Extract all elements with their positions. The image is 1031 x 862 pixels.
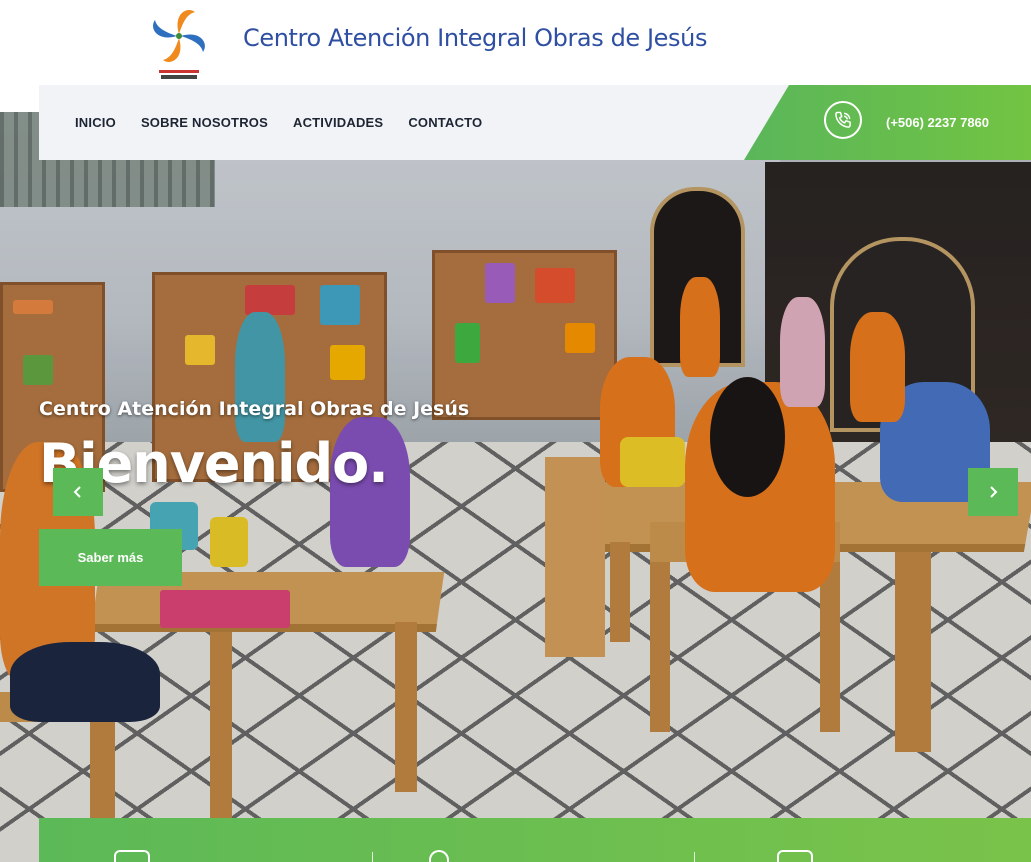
main-navbar: INICIO SOBRE NOSOTROS ACTIVIDADES CONTAC… — [39, 85, 1031, 160]
nav-item-actividades[interactable]: ACTIVIDADES — [293, 115, 383, 130]
slider-prev-button[interactable] — [53, 468, 103, 516]
hero-subtitle: Centro Atención Integral Obras de Jesús — [39, 398, 470, 420]
chevron-right-icon — [990, 486, 998, 498]
pinwheel-logo-icon[interactable] — [147, 4, 211, 82]
saber-mas-button[interactable]: Saber más — [39, 529, 182, 586]
slider-next-button[interactable] — [968, 468, 1018, 516]
phone-contact-box[interactable]: (+506) 2237 7860 — [744, 85, 1031, 160]
phone-icon[interactable] — [824, 101, 862, 139]
nav-item-sobre-nosotros[interactable]: SOBRE NOSOTROS — [141, 115, 268, 130]
strip-divider — [372, 852, 373, 862]
phone-number[interactable]: (+506) 2237 7860 — [886, 115, 989, 130]
nav-item-inicio[interactable]: INICIO — [75, 115, 116, 130]
site-title[interactable]: Centro Atención Integral Obras de Jesús — [243, 24, 707, 52]
feature-icon — [114, 850, 150, 862]
feature-icon — [429, 850, 449, 862]
chevron-left-icon — [73, 486, 81, 498]
strip-divider — [694, 852, 695, 862]
nav-menu: INICIO SOBRE NOSOTROS ACTIVIDADES CONTAC… — [75, 85, 482, 160]
feature-icon — [777, 850, 813, 862]
nav-item-contacto[interactable]: CONTACTO — [408, 115, 482, 130]
features-strip — [39, 818, 1031, 862]
